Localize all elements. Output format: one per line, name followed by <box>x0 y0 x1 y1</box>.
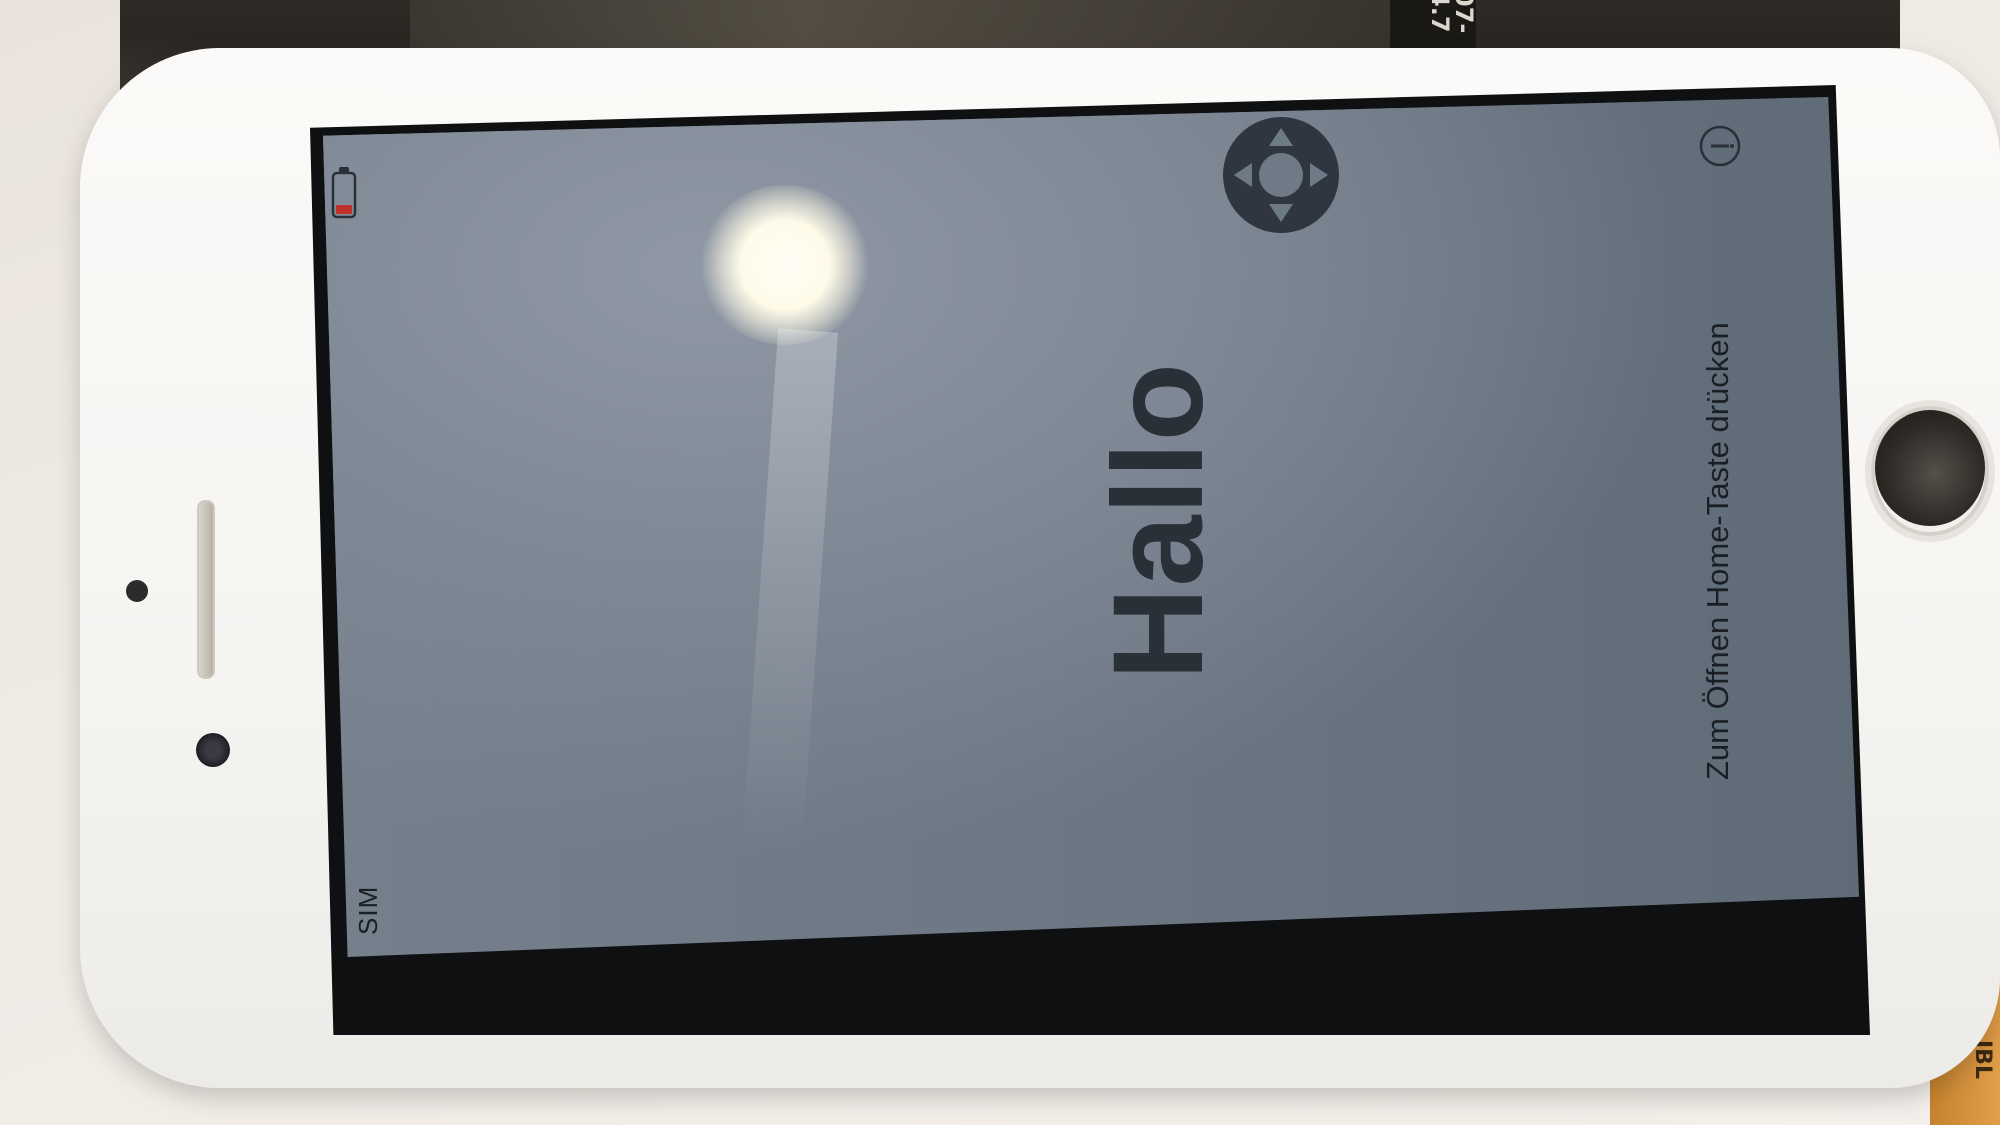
earpiece-speaker <box>197 500 215 679</box>
light-glare <box>700 185 870 345</box>
hello-greeting: Hallo <box>1087 362 1230 680</box>
home-button[interactable] <box>1875 410 1985 526</box>
sim-status-text: SIM <box>353 885 383 935</box>
photo-scene: 07- 4.7 JBL SIM Hallo Zum Öffnen Home-Ta… <box>0 0 2000 1125</box>
info-icon[interactable] <box>1698 124 1742 168</box>
front-camera <box>196 733 230 767</box>
unlock-hint: Zum Öffnen Home-Taste drücken <box>1700 322 1735 780</box>
proximity-sensor <box>126 580 148 602</box>
voiceover-dpad-icon[interactable] <box>1222 116 1340 234</box>
battery-low-icon <box>331 167 357 219</box>
